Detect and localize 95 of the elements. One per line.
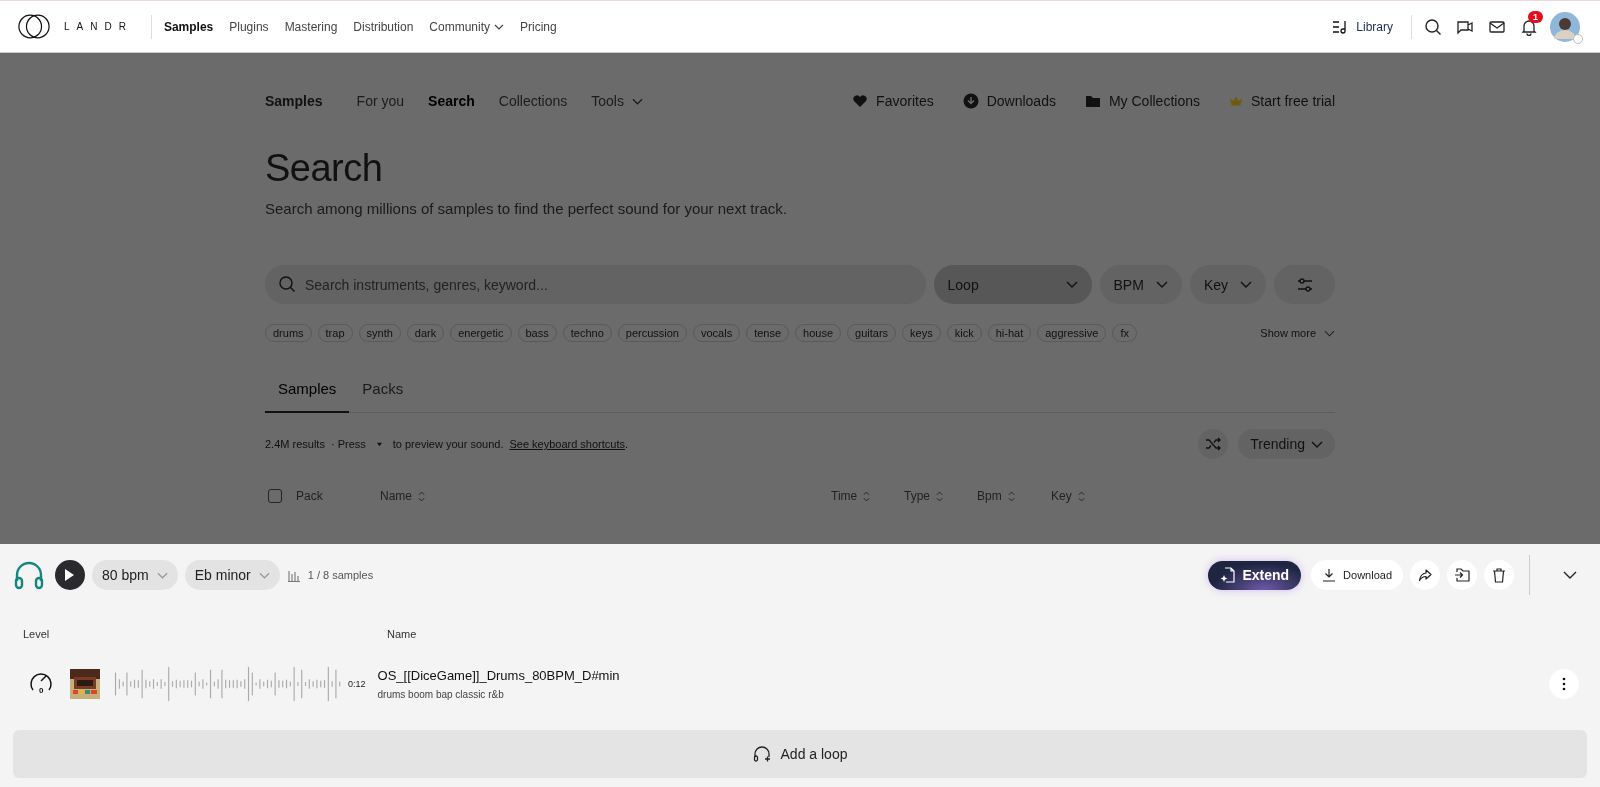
trash-icon xyxy=(1491,567,1507,583)
chevron-down-icon xyxy=(1311,440,1323,448)
headphones-plus-icon xyxy=(752,745,771,763)
chevron-down-icon xyxy=(1065,281,1078,288)
sort-icon xyxy=(936,490,943,502)
shuffle-button[interactable] xyxy=(1198,429,1229,459)
level-knob-icon[interactable] xyxy=(28,671,54,693)
column-header[interactable]: Bpm xyxy=(977,489,1051,503)
nav-link[interactable]: Plugins xyxy=(229,19,269,34)
bars-icon xyxy=(286,568,301,582)
bpm-dropdown[interactable]: 80 bpm xyxy=(92,560,178,590)
filter-dropdown[interactable]: Loop xyxy=(933,265,1092,304)
avatar[interactable] xyxy=(1550,11,1580,42)
delete-button[interactable] xyxy=(1484,560,1514,590)
subnav-link[interactable]: Collections xyxy=(498,93,568,109)
punctuation: . xyxy=(625,438,629,450)
subnav-action[interactable]: Downloads xyxy=(962,93,1056,109)
file-sparkle-icon xyxy=(1220,567,1237,583)
share-button[interactable] xyxy=(1410,560,1440,590)
filter-dropdown[interactable]: Key xyxy=(1189,265,1266,304)
column-header: Level xyxy=(23,628,51,640)
folder-import-icon xyxy=(1454,567,1470,583)
chevron-down-icon xyxy=(631,97,643,105)
sample-name[interactable]: OS_[[DiceGame]]_Drums_80BPM_D#min xyxy=(377,668,620,683)
show-more-button[interactable]: Show more xyxy=(1260,327,1335,339)
sample-tags: drums boom bap classic r&b xyxy=(377,689,620,700)
sliders-icon xyxy=(1295,275,1314,294)
chevron-down-icon xyxy=(494,23,505,30)
shuffle-icon xyxy=(1205,436,1222,452)
sample-duration: 0:12 xyxy=(348,679,366,689)
library-link[interactable]: Library xyxy=(1332,18,1393,35)
folder-icon xyxy=(1084,93,1101,109)
results-tab[interactable]: Packs xyxy=(349,368,417,413)
headphones-icon xyxy=(13,559,45,591)
search-icon xyxy=(278,275,296,293)
download-icon xyxy=(962,93,979,109)
add-to-collection-button[interactable] xyxy=(1447,560,1477,590)
logo-wordmark[interactable]: LANDR xyxy=(64,21,133,32)
sort-icon xyxy=(1007,490,1015,502)
extend-button[interactable]: Extend xyxy=(1208,560,1302,590)
search-field[interactable]: Search instruments, genres, keyword... xyxy=(265,265,926,304)
column-header[interactable]: Time xyxy=(831,489,904,503)
sort-icon xyxy=(863,490,871,502)
subnav-action[interactable]: My Collections xyxy=(1084,93,1200,109)
sample-count: 1 / 8 samples xyxy=(307,569,374,581)
filter-dropdown[interactable]: BPM xyxy=(1099,265,1182,304)
logo-icon[interactable] xyxy=(18,13,50,40)
nav-link[interactable]: Mastering xyxy=(284,19,338,34)
column-header[interactable]: Name xyxy=(380,489,831,503)
download-icon xyxy=(1322,568,1337,582)
level-value: 0 xyxy=(39,686,44,695)
subnav-action[interactable]: Start free trial xyxy=(1228,93,1335,109)
nav-link[interactable]: Community xyxy=(429,19,505,34)
subnav-link[interactable]: For you xyxy=(356,93,405,109)
chevron-down-icon xyxy=(1324,329,1335,337)
hint-text: · Press xyxy=(330,438,366,450)
search-icon[interactable] xyxy=(1424,17,1442,36)
hint-text: to preview your sound. xyxy=(392,438,504,450)
play-button[interactable] xyxy=(55,560,85,590)
sort-dropdown[interactable]: Trending xyxy=(1238,429,1335,459)
status-indicator xyxy=(1573,33,1583,44)
subnav-link[interactable]: Search xyxy=(428,93,475,109)
column-header[interactable]: Pack xyxy=(296,489,380,503)
notification-badge: 1 xyxy=(1528,10,1543,23)
chevron-down-icon xyxy=(1155,281,1168,288)
subnav-action[interactable]: Favorites xyxy=(852,93,934,109)
sort-icon xyxy=(1077,490,1085,502)
chevron-down-icon xyxy=(156,571,168,579)
nav-link[interactable]: Distribution xyxy=(353,19,414,34)
select-all-checkbox[interactable] xyxy=(268,489,282,503)
nav-link[interactable]: Pricing xyxy=(520,19,557,34)
page-heading: Search xyxy=(265,147,384,190)
heart-icon xyxy=(852,93,869,109)
results-tab[interactable]: Samples xyxy=(265,368,350,413)
arrow-key-icon xyxy=(375,441,383,447)
subnav-link[interactable]: Tools xyxy=(591,93,643,109)
play-icon xyxy=(63,569,74,581)
column-header[interactable]: Type xyxy=(904,489,977,503)
results-count: 2.4M results xyxy=(265,438,325,450)
download-button[interactable]: Download xyxy=(1311,560,1403,590)
column-header: Name xyxy=(387,628,417,640)
page-subtitle: Search among millions of samples to find the perfect sound for your next track. xyxy=(265,200,788,217)
section-title: Samples xyxy=(265,93,323,109)
share-icon xyxy=(1418,568,1432,582)
chevron-down-icon xyxy=(258,571,270,579)
add-loop-button[interactable]: Add a loop xyxy=(13,730,1587,778)
key-dropdown[interactable]: Eb minor xyxy=(184,560,280,590)
sort-icon xyxy=(418,490,425,502)
column-header[interactable]: Key xyxy=(1051,489,1085,503)
keyboard-shortcuts-link[interactable]: See keyboard shortcuts xyxy=(509,438,625,450)
library-icon xyxy=(1332,18,1349,35)
crown-icon xyxy=(1228,94,1243,108)
chevron-down-icon xyxy=(1240,281,1252,288)
nav-link[interactable]: Samples xyxy=(163,19,214,34)
filter-settings-button[interactable] xyxy=(1274,265,1335,304)
